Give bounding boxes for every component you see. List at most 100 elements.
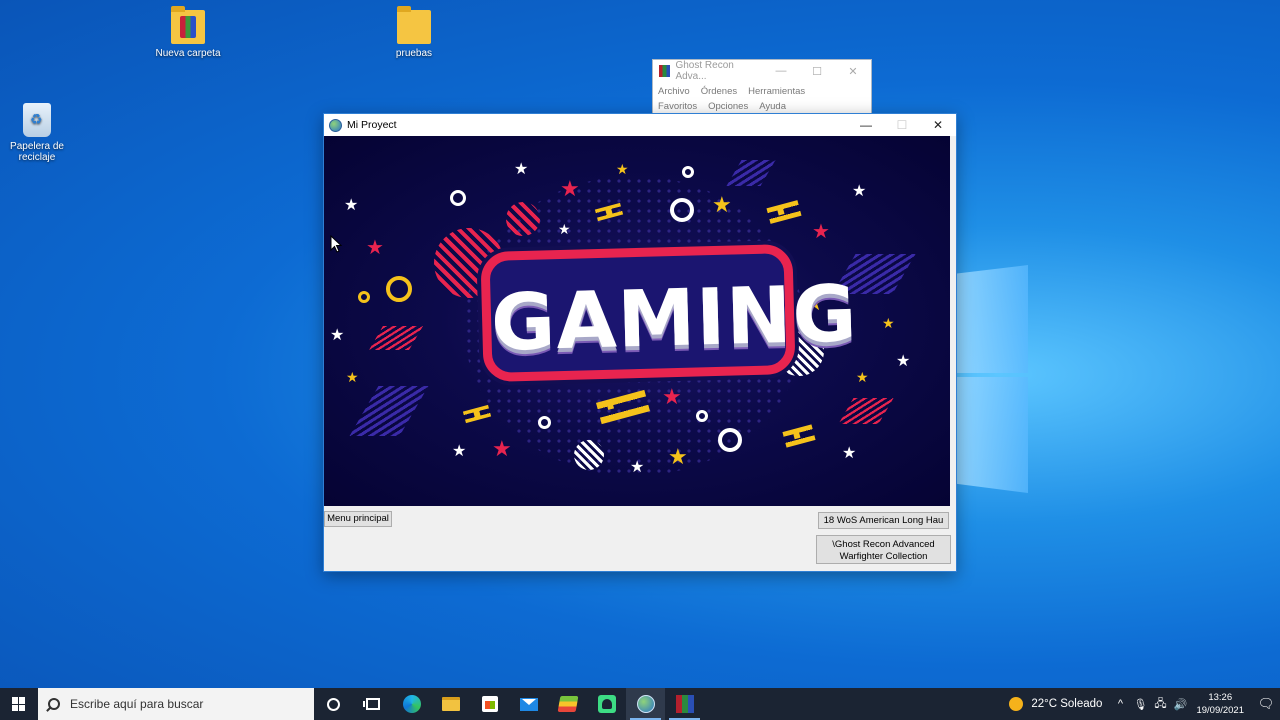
maximize-button: ☐ xyxy=(896,118,908,132)
network-icon[interactable]: 🖧 xyxy=(1150,695,1170,714)
menu-ordenes[interactable]: Órdenes xyxy=(701,84,737,99)
purple-stripes xyxy=(726,160,776,186)
file-explorer-icon xyxy=(441,697,460,711)
menu-ayuda[interactable]: Ayuda xyxy=(759,99,786,114)
taskbar: Escribe aquí para buscar 22°C Soleado ^ … xyxy=(0,688,1280,720)
star-icon: ★ xyxy=(812,221,830,243)
desktop-icon-pruebas[interactable]: pruebas xyxy=(374,6,454,59)
sun-icon xyxy=(1009,697,1024,711)
chevron-up-icon[interactable]: ^ xyxy=(1110,698,1130,710)
mi-proyect-titlebar[interactable]: Mi Proyect — ☐ ✕ xyxy=(324,114,956,136)
star-icon: ★ xyxy=(882,315,895,331)
star-icon: ★ xyxy=(344,197,359,214)
yellow-zigzag xyxy=(766,200,802,224)
notification-icon[interactable]: 🗨 xyxy=(1252,696,1280,712)
red-stripes xyxy=(838,398,894,424)
star-icon: ★ xyxy=(842,445,857,462)
clock-date: 19/09/2021 xyxy=(1196,705,1244,716)
desktop-icon-nueva-carpeta[interactable]: Nueva carpeta xyxy=(148,6,228,59)
ghost-recon-window[interactable]: Ghost Recon Adva... — ☐ ✕ Archivo Órdene… xyxy=(652,59,872,115)
close-button[interactable]: ✕ xyxy=(920,114,956,136)
star-icon: ★ xyxy=(668,444,688,469)
menu-opciones[interactable]: Opciones xyxy=(708,99,748,114)
cortana-button[interactable] xyxy=(314,688,353,720)
gaming-banner-image: ★ ★ ★ ★ ★ ★ ★ ★ ★ ★ ★ ★ ★ ★ ★ ★ ★ ★ ★ ★ … xyxy=(324,136,950,506)
white-ring xyxy=(538,416,551,429)
microphone-icon[interactable]: 🎙 xyxy=(1130,698,1150,711)
search-icon xyxy=(48,698,60,710)
star-icon: ★ xyxy=(346,369,359,385)
star-icon: ★ xyxy=(452,443,467,460)
purple-stripes xyxy=(349,386,429,436)
star-icon: ★ xyxy=(630,459,645,476)
bluestacks-icon xyxy=(557,696,578,712)
wos-american-long-haul-button[interactable]: 18 WoS American Long Hau xyxy=(818,512,949,529)
folder-icon xyxy=(171,6,205,44)
task-view-icon xyxy=(362,698,380,710)
white-ring xyxy=(696,410,708,422)
taskbar-search-box[interactable]: Escribe aquí para buscar xyxy=(38,688,314,720)
winrar-icon xyxy=(675,695,694,713)
menu-herramientas[interactable]: Herramientas xyxy=(748,84,805,99)
star-icon: ★ xyxy=(616,161,629,177)
star-icon: ★ xyxy=(492,436,512,461)
folder-icon xyxy=(397,6,431,44)
red-stripes xyxy=(369,326,423,350)
store-icon xyxy=(481,696,498,712)
yellow-ring xyxy=(386,276,412,302)
wallpaper-pane-bottom xyxy=(956,377,1028,493)
star-icon: ★ xyxy=(366,237,384,259)
mail-icon xyxy=(519,697,538,711)
desktop-icon-label: Papelera de reciclaje xyxy=(10,141,64,163)
yellow-zigzag xyxy=(462,404,492,424)
ghost-recon-titlebar[interactable]: Ghost Recon Adva... — ☐ ✕ xyxy=(653,60,871,82)
taskbar-store[interactable] xyxy=(470,688,509,720)
white-ring xyxy=(718,428,742,452)
star-icon: ★ xyxy=(330,327,345,344)
taskbar-edge[interactable] xyxy=(392,688,431,720)
volume-icon[interactable]: 🔊 xyxy=(1170,698,1190,711)
taskbar-file-explorer[interactable] xyxy=(431,688,470,720)
app-globe-icon xyxy=(636,695,655,713)
menu-principal-button[interactable]: Menu principal xyxy=(324,511,392,527)
menu-favoritos[interactable]: Favoritos xyxy=(658,99,697,114)
star-icon: ★ xyxy=(514,161,529,178)
taskbar-mail[interactable] xyxy=(509,688,548,720)
taskbar-mi-proyect[interactable] xyxy=(626,688,665,720)
desktop-icon-label: Nueva carpeta xyxy=(155,48,221,59)
wallpaper-pane-top xyxy=(956,265,1028,373)
minimize-button[interactable]: — xyxy=(763,65,799,78)
desktop-icon-label: pruebas xyxy=(395,48,433,59)
ghost-recon-button-line2: Warfighter Collection xyxy=(839,550,928,562)
maximize-button[interactable]: ☐ xyxy=(799,65,835,78)
close-button[interactable]: ✕ xyxy=(835,65,871,78)
minimize-button[interactable]: — xyxy=(848,114,884,136)
ghost-recon-button[interactable]: \Ghost Recon Advanced Warfighter Collect… xyxy=(816,535,951,564)
windows-icon xyxy=(12,697,26,711)
white-striped-circle-small xyxy=(574,440,604,470)
cortana-icon xyxy=(327,697,340,711)
taskbar-bluestacks[interactable] xyxy=(548,688,587,720)
ghost-recon-button-line1: \Ghost Recon Advanced xyxy=(832,538,935,550)
yellow-zigzag xyxy=(782,424,816,448)
star-icon: ★ xyxy=(896,353,911,370)
taskbar-winrar[interactable] xyxy=(665,688,704,720)
gaming-title: GAMING xyxy=(490,269,859,369)
white-ring xyxy=(682,166,694,178)
red-striped-circle-small xyxy=(506,202,540,236)
gaming-logo-frame: GAMING xyxy=(480,243,859,383)
taskbar-android-studio[interactable] xyxy=(587,688,626,720)
weather-text: 22°C Soleado xyxy=(1031,698,1103,710)
weather-widget[interactable]: 22°C Soleado xyxy=(1001,697,1110,711)
star-icon: ★ xyxy=(560,176,580,201)
yellow-ring xyxy=(358,291,370,303)
mi-proyect-window[interactable]: Mi Proyect — ☐ ✕ ★ ★ ★ ★ ★ ★ ★ ★ ★ ★ ★ ★… xyxy=(323,113,957,572)
window-title: Mi Proyect xyxy=(347,119,397,131)
start-button[interactable] xyxy=(0,688,38,720)
task-view-button[interactable] xyxy=(353,688,392,720)
windows-logo-wallpaper xyxy=(956,255,1028,495)
desktop-icon-recycle-bin[interactable]: Papelera de reciclaje xyxy=(0,103,77,163)
winrar-icon xyxy=(659,65,671,77)
menu-archivo[interactable]: Archivo xyxy=(658,84,690,99)
clock[interactable]: 13:26 19/09/2021 xyxy=(1190,691,1252,717)
